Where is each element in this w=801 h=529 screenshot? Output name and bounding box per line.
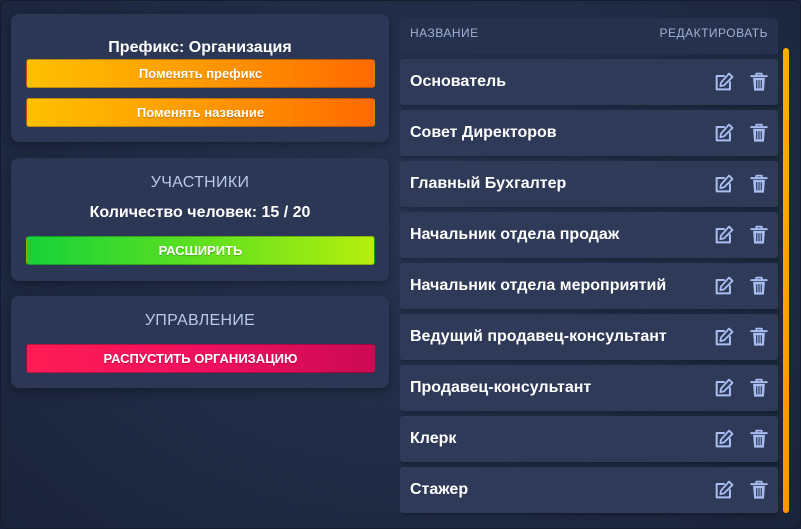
expand-button[interactable]: РАСШИРИТЬ (26, 236, 375, 265)
edit-icon[interactable] (712, 427, 736, 451)
trash-icon[interactable] (747, 427, 771, 451)
role-row[interactable]: Начальник отдела продаж (400, 212, 778, 258)
edit-icon[interactable] (712, 223, 736, 247)
role-name: Стажер (410, 481, 469, 498)
trash-icon[interactable] (747, 376, 771, 400)
disband-button[interactable]: РАСПУСТИТЬ ОРГАНИЗАЦИЮ (26, 344, 375, 373)
trash-icon[interactable] (747, 223, 771, 247)
role-name: Ведущий продавец-консультант (410, 328, 667, 345)
role-name: Продавец-консультант (410, 379, 592, 396)
role-name: Начальник отдела продаж (410, 226, 620, 243)
trash-icon[interactable] (747, 121, 771, 145)
trash-icon[interactable] (747, 478, 771, 502)
trash-icon[interactable] (747, 70, 771, 94)
trash-icon[interactable] (747, 172, 771, 196)
trash-icon[interactable] (747, 325, 771, 349)
prefix-title: Префикс: Организация (108, 39, 292, 56)
roles-list[interactable]: Основатель Совет Директоров Главный Бухгал… (400, 59, 778, 529)
change-prefix-button[interactable]: Поменять префикс (26, 59, 375, 88)
scrollbar-thumb[interactable] (783, 48, 789, 513)
members-panel: УЧАСТНИКИ Количество человек: 15 / 20 РА… (11, 158, 389, 281)
edit-icon[interactable] (712, 478, 736, 502)
trash-icon[interactable] (747, 274, 771, 298)
role-row[interactable]: Клерк (400, 416, 778, 462)
edit-icon[interactable] (712, 325, 736, 349)
role-row[interactable]: Совет Директоров (400, 110, 778, 156)
scrollbar-track[interactable] (783, 48, 789, 513)
role-name: Основатель (410, 73, 507, 90)
role-row[interactable]: Ведущий продавец-консультант (400, 314, 778, 360)
column-header-edit: РЕДАКТИРОВАТЬ (659, 26, 768, 40)
members-count: Количество человек: 15 / 20 (89, 204, 311, 221)
edit-icon[interactable] (712, 172, 736, 196)
role-row[interactable]: Начальник отдела мероприятий (400, 263, 778, 309)
change-name-button[interactable]: Поменять название (26, 98, 375, 127)
edit-icon[interactable] (712, 121, 736, 145)
edit-icon[interactable] (712, 274, 736, 298)
edit-icon[interactable] (712, 376, 736, 400)
manage-title: УПРАВЛЕНИЕ (144, 312, 256, 329)
members-title: УЧАСТНИКИ (150, 174, 250, 191)
role-name: Главный Бухгалтер (410, 175, 567, 192)
column-header-name: НАЗВАНИЕ (410, 26, 479, 40)
role-name: Клерк (410, 430, 457, 447)
role-row[interactable]: Продавец-консультант (400, 365, 778, 411)
role-row[interactable]: Главный Бухгалтер (400, 161, 778, 207)
role-row[interactable]: Основатель (400, 59, 778, 105)
roles-header: НАЗВАНИЕ РЕДАКТИРОВАТЬ (400, 18, 778, 54)
role-name: Совет Директоров (410, 124, 557, 141)
manage-panel: УПРАВЛЕНИЕ РАСПУСТИТЬ ОРГАНИЗАЦИЮ (11, 296, 389, 388)
prefix-panel: Префикс: Организация Поменять префикс По… (11, 14, 389, 142)
role-name: Начальник отдела мероприятий (410, 277, 667, 294)
role-row[interactable]: Стажер (400, 467, 778, 513)
edit-icon[interactable] (712, 70, 736, 94)
